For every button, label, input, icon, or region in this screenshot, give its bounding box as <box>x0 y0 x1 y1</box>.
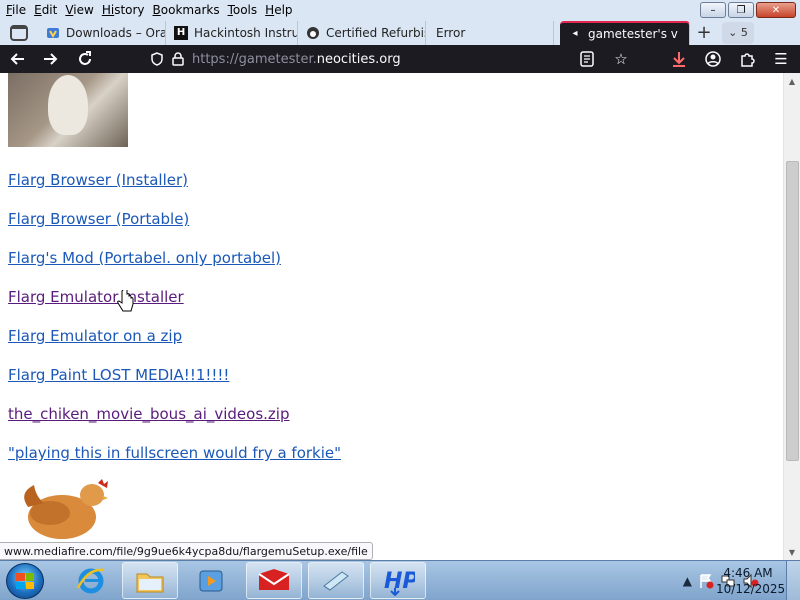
internet-explorer-icon <box>76 568 105 593</box>
new-tab-button[interactable]: + <box>690 21 718 45</box>
menu-tools[interactable]: Tools <box>224 3 262 17</box>
page-viewport: Flarg Browser (Installer) Flarg Browser … <box>0 73 783 560</box>
scroll-down-arrow-icon[interactable]: ▼ <box>784 544 800 560</box>
tab-gametester-active[interactable]: ◂ gametester's v ✕ <box>560 20 690 45</box>
back-button[interactable] <box>0 45 34 73</box>
link-flarg-browser-installer[interactable]: Flarg Browser (Installer) <box>8 171 341 210</box>
hp-logo-icon: HP <box>384 569 415 596</box>
tab-label: gametester's v <box>588 26 678 41</box>
tab-count-label: 5 <box>740 26 748 39</box>
tab-label: Error <box>436 25 466 40</box>
forward-arrow-icon <box>44 53 58 65</box>
h-favicon-icon: H <box>174 25 188 40</box>
taskbar-hp-app[interactable]: HP <box>370 562 426 599</box>
close-window-button[interactable]: ✕ <box>756 2 796 18</box>
link-flarg-paint-lost-media[interactable]: Flarg Paint LOST MEDIA!!1!!!! <box>8 366 341 405</box>
start-button[interactable] <box>6 563 44 599</box>
chicken-image <box>24 479 108 539</box>
scrollbar-thumb[interactable] <box>786 161 799 461</box>
menu-view[interactable]: View <box>61 3 97 17</box>
menu-history[interactable]: History <box>98 3 149 17</box>
notepad-icon <box>323 570 349 591</box>
oracle-favicon-icon <box>46 26 60 40</box>
shield-icon[interactable] <box>150 52 164 66</box>
back-arrow-icon <box>10 53 24 65</box>
scroll-up-arrow-icon[interactable]: ▲ <box>784 73 800 89</box>
account-icon[interactable] <box>700 51 726 67</box>
folder-icon <box>136 573 164 592</box>
menu-bar: File Edit View History Bookmarks Tools H… <box>0 0 800 20</box>
tab-error[interactable]: Error <box>426 20 554 45</box>
action-center-flag-icon[interactable] <box>698 573 714 589</box>
tab-strip: Downloads – Ora H Hackintosh Instru Cert… <box>0 20 800 45</box>
rat-figure <box>48 75 88 135</box>
forward-button[interactable] <box>34 45 68 73</box>
link-status-url: www.mediafire.com/file/9g9ue6k4ycpa8du/f… <box>0 542 373 560</box>
link-flarg-emulator-installer[interactable]: Flarg Emulator Installer <box>8 288 341 327</box>
link-flarg-emulator-zip[interactable]: Flarg Emulator on a zip <box>8 327 341 366</box>
minimize-button[interactable]: – <box>700 2 726 18</box>
extensions-icon[interactable] <box>734 51 760 67</box>
link-flarg-browser-portable[interactable]: Flarg Browser (Portable) <box>8 210 341 249</box>
url-text: https://gametester.neocities.org <box>192 51 401 67</box>
chevron-down-icon: ⌄ <box>728 26 741 39</box>
tab-label: Certified Refurbis <box>326 25 426 40</box>
show-hidden-icons-icon[interactable]: ▲ <box>683 574 692 588</box>
menu-edit[interactable]: Edit <box>30 3 61 17</box>
tab-downloads-oracle[interactable]: Downloads – Ora <box>38 20 166 45</box>
audio-playing-icon: ◂ <box>572 28 578 39</box>
taskbar-notepad[interactable] <box>308 562 364 599</box>
menu-file[interactable]: File <box>2 3 30 17</box>
downloads-icon[interactable] <box>666 51 692 67</box>
firefox-view-button[interactable] <box>0 20 38 45</box>
firefox-view-icon <box>10 24 28 41</box>
taskbar-file-explorer[interactable] <box>122 562 178 599</box>
taskbar-internet-explorer[interactable] <box>66 562 116 599</box>
link-flargs-mod[interactable]: Flarg's Mod (Portabel. only portabel) <box>8 249 341 288</box>
reader-view-icon[interactable] <box>574 51 600 67</box>
download-links-list: Flarg Browser (Installer) Flarg Browser … <box>8 171 341 483</box>
tab-list-button[interactable]: ⌄ 5 <box>722 21 754 44</box>
red-envelope-icon <box>258 568 290 590</box>
taskbar-red-app[interactable] <box>246 562 302 599</box>
navigation-toolbar: https://gametester.neocities.org ☆ ☰ <box>0 45 800 73</box>
media-player-icon <box>199 570 223 591</box>
reload-button[interactable] <box>68 45 102 73</box>
rat-image <box>8 73 128 147</box>
tab-certified-refurbished[interactable]: Certified Refurbis <box>298 20 426 45</box>
taskbar-media-player[interactable] <box>184 562 238 599</box>
hamburger-menu-icon[interactable]: ☰ <box>768 50 794 68</box>
apple-favicon-icon <box>306 26 320 40</box>
system-clock[interactable]: 4:46 AM 10/12/2025 <box>716 565 786 597</box>
clock-date: 10/12/2025 <box>716 582 786 596</box>
restore-button[interactable]: ❐ <box>728 2 754 18</box>
menu-help[interactable]: Help <box>261 3 296 17</box>
svg-text:HP: HP <box>384 569 415 594</box>
toolbar-right: ☆ ☰ <box>574 45 794 73</box>
vertical-scrollbar[interactable]: ▲ ▼ <box>783 73 800 560</box>
url-bar[interactable]: https://gametester.neocities.org <box>140 48 570 70</box>
windows-logo-icon <box>16 573 34 589</box>
show-desktop-button[interactable] <box>786 561 800 600</box>
tab-label: Hackintosh Instru <box>194 25 298 40</box>
link-chiken-movie-zip[interactable]: the_chiken_movie_bous_ai_videos.zip <box>8 405 341 444</box>
reload-icon <box>79 51 91 65</box>
clock-time: 4:46 AM <box>723 566 773 580</box>
tab-label: Downloads – Ora <box>66 25 166 40</box>
menu-bookmarks[interactable]: Bookmarks <box>149 3 224 17</box>
bookmark-star-icon[interactable]: ☆ <box>608 50 634 68</box>
hand-pointer-cursor-icon <box>117 290 134 312</box>
window-controls: – ❐ ✕ <box>700 2 796 18</box>
taskbar: HP ▲ 4:46 AM 10/12/2025 <box>0 560 800 600</box>
lock-icon[interactable] <box>172 52 184 66</box>
tab-hackintosh[interactable]: H Hackintosh Instru <box>166 20 298 45</box>
